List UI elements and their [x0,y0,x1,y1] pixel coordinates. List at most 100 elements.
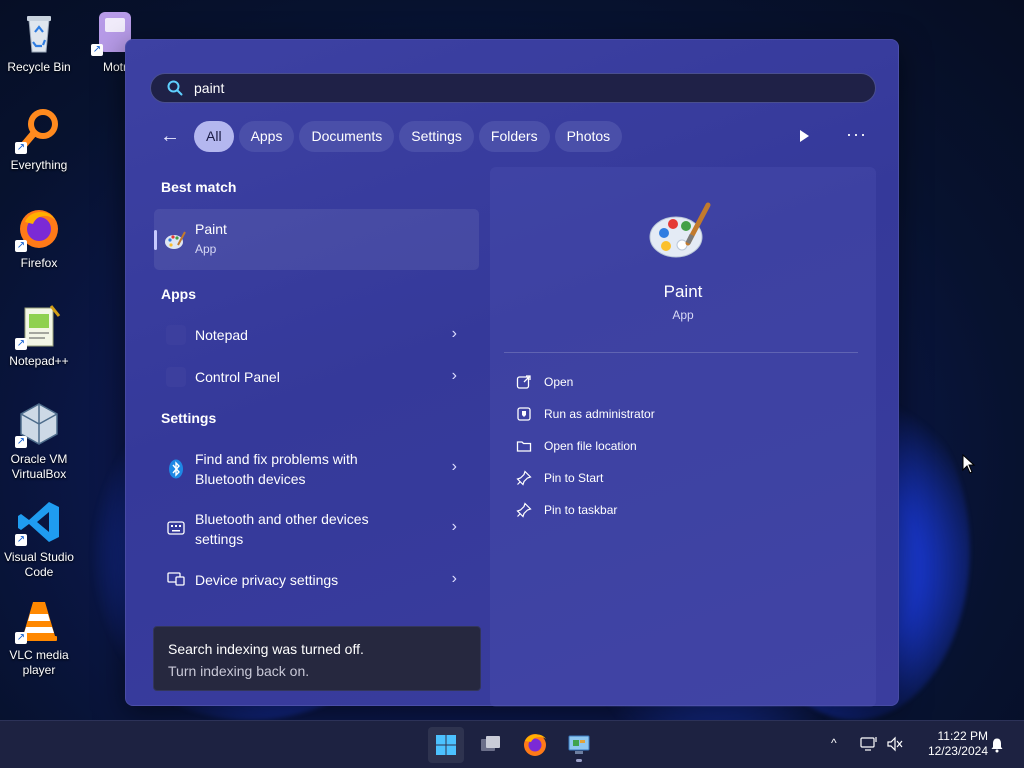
action-open[interactable]: Open [516,374,716,390]
shortcut-arrow-icon: ↗ [91,44,103,56]
control-panel-app-icon [166,367,186,387]
pin-icon [516,502,532,518]
vscode-icon: ↗ [15,498,63,546]
taskbar-control-panel[interactable] [561,727,597,763]
notepad-plus-plus-icon: ↗ [15,302,63,350]
settings-heading: Settings [161,410,217,426]
task-view-button[interactable] [473,727,509,763]
result-item-notepad[interactable]: Notepad › [154,324,479,346]
preview-divider [504,352,858,353]
best-match-name: Paint [195,221,227,237]
taskbar-firefox[interactable] [517,727,553,763]
desktop-icon-virtualbox[interactable]: ↗ Oracle VM VirtualBox [2,400,76,482]
bluetooth-icon [168,459,184,479]
result-item-bluetooth-troubleshoot[interactable]: Find and fix problems with Bluetooth dev… [154,448,479,490]
desktop-icon-label: Firefox [20,256,58,270]
filter-chip-all[interactable]: All [194,121,234,152]
chevron-right-icon: › [451,325,457,342]
desktop-icon-label: Everything [10,158,68,172]
chevron-right-icon: › [451,458,457,475]
action-label: Run as administrator [544,407,655,421]
action-pin-to-taskbar[interactable]: Pin to taskbar [516,502,716,518]
shield-admin-icon [516,406,532,422]
paint-palette-icon [164,229,186,251]
best-match-paint[interactable]: Paint App [154,209,479,270]
desktop-icon-vlc[interactable]: ↗ VLC media player [2,596,76,678]
result-label: Device privacy settings [195,572,339,588]
search-filter-bar: ← All Apps Documents Settings Folders Ph… [156,121,627,152]
search-icon [167,80,183,96]
filter-chip-apps[interactable]: Apps [238,121,295,152]
clock-time: 11:22 PM [937,729,988,743]
search-input[interactable]: paint [150,73,876,103]
result-label: Control Panel [195,369,280,385]
show-hidden-icons-button[interactable]: ^ [831,736,837,750]
task-view-icon [481,736,500,751]
pin-icon [516,470,532,486]
firefox-icon: ↗ [15,204,63,252]
filter-chip-documents[interactable]: Documents [299,121,395,152]
chevron-right-icon: › [451,570,457,587]
desktop-icon-everything[interactable]: ↗ Everything [2,106,76,173]
turn-indexing-on-link[interactable]: Turn indexing back on. [168,663,309,679]
everything-search-icon: ↗ [15,106,63,154]
recycle-bin-icon [15,8,63,56]
action-open-file-location[interactable]: Open file location [516,438,716,454]
preview-app-type: App [672,308,694,322]
volume-muted-icon[interactable] [886,736,904,752]
result-item-bluetooth-settings[interactable]: Bluetooth and other devices settings › [154,508,479,550]
result-label-line2: settings [195,531,244,547]
shortcut-arrow-icon: ↗ [15,632,27,644]
selection-indicator [154,230,157,250]
clock-date: 12/23/2024 [927,744,988,758]
device-privacy-icon [167,571,185,587]
network-icon[interactable] [860,736,878,752]
result-label-line1: Find and fix problems with [195,451,358,467]
action-label: Open file location [544,439,637,453]
more-options-button[interactable]: ··· [846,124,867,145]
notification-bell-icon[interactable] [989,737,1005,753]
shortcut-arrow-icon: ↗ [15,240,27,252]
desktop-icon-label: Motr [103,60,127,74]
filter-chip-photos[interactable]: Photos [554,121,623,152]
result-preview-pane: Paint App Open Run as administrator Open… [490,167,876,707]
preview-app-name: Paint [663,282,703,301]
play-icon[interactable] [796,128,812,144]
shortcut-arrow-icon: ↗ [15,534,27,546]
paint-palette-icon [648,199,712,263]
chevron-right-icon: › [451,518,457,535]
apps-heading: Apps [161,286,196,302]
folder-icon [516,438,532,454]
best-match-type: App [195,242,217,256]
best-match-heading: Best match [161,179,237,195]
result-label-line2: Bluetooth devices [195,471,306,487]
start-icon [436,735,456,755]
desktop-icon-firefox[interactable]: ↗ Firefox [2,204,76,271]
desktop-icon-recycle-bin[interactable]: Recycle Bin [2,8,76,75]
result-item-control-panel[interactable]: Control Panel › [154,366,479,388]
chevron-right-icon: › [451,367,457,384]
indexing-notice: Search indexing was turned off. Turn ind… [153,626,481,691]
firefox-icon [524,734,546,756]
action-label: Pin to Start [544,471,604,485]
result-item-device-privacy[interactable]: Device privacy settings › [154,569,479,591]
action-run-as-admin[interactable]: Run as administrator [516,406,716,422]
result-label-line1: Bluetooth and other devices [195,511,369,527]
start-button[interactable] [428,727,464,763]
filter-chip-settings[interactable]: Settings [399,121,474,152]
clock[interactable]: 11:22 PM 12/23/2024 [912,729,988,759]
running-indicator [576,759,582,762]
desktop-icon-label: Notepad++ [9,354,69,368]
shortcut-arrow-icon: ↗ [15,436,27,448]
shortcut-arrow-icon: ↗ [15,338,27,350]
vlc-icon: ↗ [15,596,63,644]
desktop-icon-label: VLC media player [9,648,69,677]
back-arrow-icon[interactable]: ← [156,122,184,152]
desktop-icon-vscode[interactable]: ↗ Visual Studio Code [2,498,76,580]
control-panel-icon [568,735,590,754]
filter-chip-folders[interactable]: Folders [478,121,550,152]
action-label: Pin to taskbar [544,503,618,517]
desktop-icon-notepad-plus-plus[interactable]: ↗ Notepad++ [2,302,76,369]
action-pin-to-start[interactable]: Pin to Start [516,470,716,486]
action-label: Open [544,375,574,389]
